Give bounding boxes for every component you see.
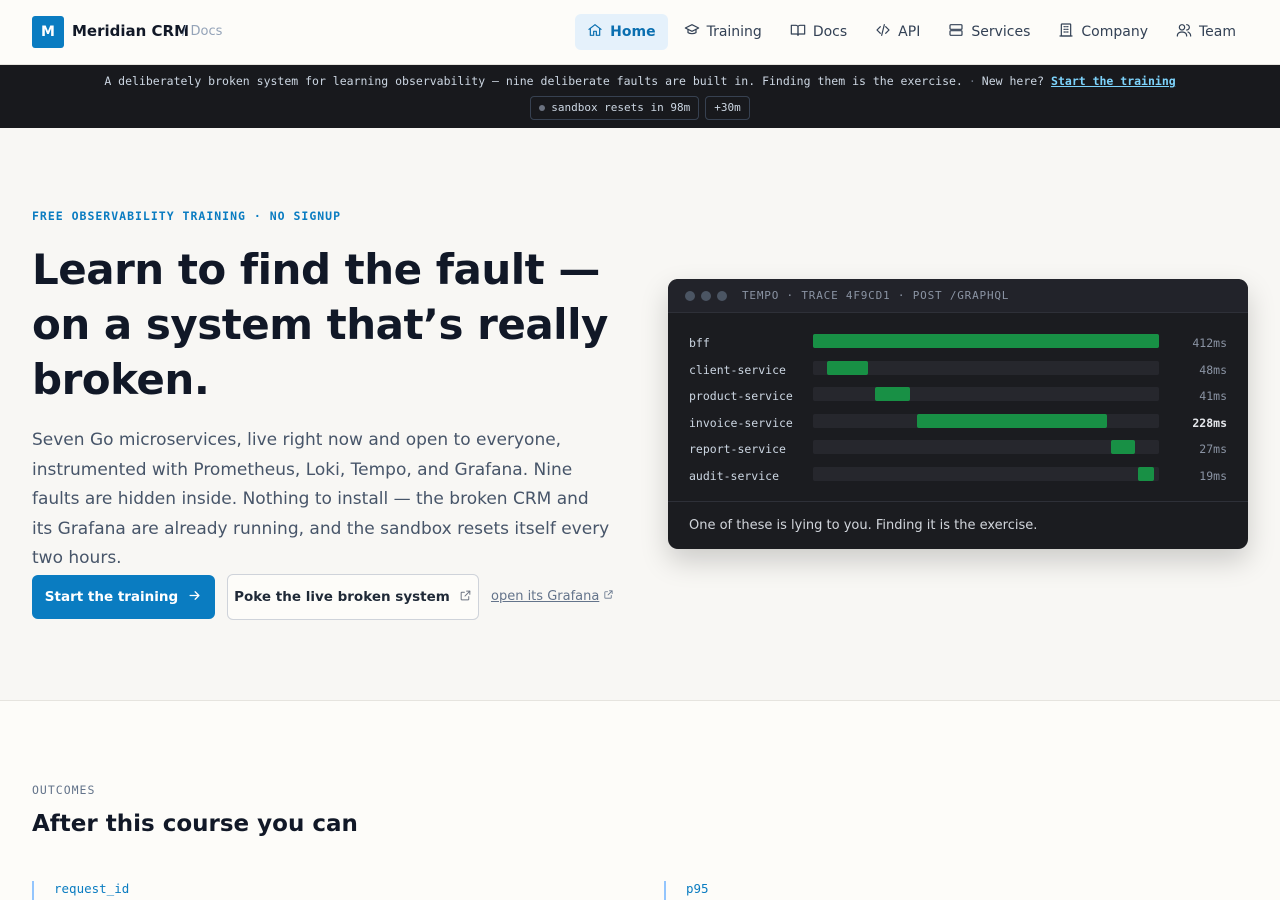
- nav-item-docs[interactable]: Docs: [778, 14, 859, 50]
- nav-item-label: Docs: [812, 24, 848, 40]
- server-icon: [948, 22, 964, 42]
- window-dot-icon: [685, 290, 695, 301]
- brand-logo[interactable]: M: [32, 16, 64, 48]
- nav-item-team[interactable]: Team: [1164, 14, 1248, 50]
- graduation-cap-icon: [684, 22, 700, 42]
- poke-live-system-label: Poke the live broken system: [234, 589, 450, 605]
- start-training-label: Start the training: [44, 589, 179, 605]
- banner-new-here: New here?: [981, 74, 1045, 88]
- brand-name[interactable]: Meridian CRM: [72, 22, 189, 40]
- trace-title: TEMPO · TRACE 4F9CD1 · POST /GRAPHQL: [742, 289, 1010, 302]
- trace-span-row[interactable]: bff 412ms: [689, 332, 1227, 359]
- span-duration-bar: [826, 360, 869, 375]
- outcome-term: p95: [664, 881, 709, 900]
- outcomes-title: After this course you can: [32, 811, 358, 837]
- banner-start-training-link[interactable]: Start the training: [1051, 74, 1176, 88]
- hero-eyebrow: FREE OBSERVABILITY TRAINING · NO SIGNUP: [32, 209, 342, 223]
- external-link-icon: [603, 589, 614, 604]
- nav-item-api[interactable]: API: [863, 14, 932, 50]
- span-track: [813, 334, 1159, 348]
- top-header: M Meridian CRM / Docs Home Training Docs…: [0, 0, 1280, 65]
- span-track: [813, 440, 1159, 455]
- span-track: [813, 413, 1159, 428]
- nav-item-label: Services: [971, 24, 1031, 40]
- window-dot-icon: [701, 290, 711, 301]
- banner-text: A deliberately broken system for learnin…: [104, 74, 963, 88]
- nav-item-training[interactable]: Training: [672, 14, 774, 50]
- span-duration-bar: [875, 387, 910, 402]
- nav-item-label: Team: [1198, 24, 1236, 40]
- book-icon: [790, 22, 806, 42]
- brand-section: / Docs: [182, 24, 223, 39]
- nav-item-home[interactable]: Home: [575, 14, 668, 50]
- status-dot-icon: [539, 105, 546, 111]
- sandbox-controls: sandbox resets in 98m +30m: [0, 96, 1280, 120]
- open-grafana-link[interactable]: open its Grafana: [491, 589, 614, 604]
- hero-headline: Learn to find the fault — on a system th…: [32, 245, 608, 404]
- sandbox-reset-badge: sandbox resets in 98m: [530, 96, 700, 120]
- span-service-name: product-service: [689, 389, 793, 404]
- span-duration-bar: [1138, 466, 1154, 481]
- nav-item-services[interactable]: Services: [936, 14, 1042, 50]
- trace-span-row[interactable]: audit-service 19ms: [689, 465, 1227, 492]
- span-track: [813, 387, 1159, 402]
- main-nav: Home Training Docs API Services Company …: [575, 14, 1248, 50]
- outcome-term: request_id: [32, 881, 129, 900]
- span-duration-bar: [1110, 440, 1135, 455]
- trace-span-row[interactable]: invoice-service 228ms: [689, 412, 1227, 439]
- span-duration: 19ms: [1199, 468, 1227, 483]
- trace-footer: One of these is lying to you. Finding it…: [668, 501, 1248, 549]
- hero-lead: Seven Go microservices, live right now a…: [32, 430, 610, 568]
- nav-item-label: Home: [610, 24, 656, 40]
- building-icon: [1058, 22, 1074, 42]
- nav-item-label: API: [898, 24, 921, 40]
- open-grafana-label: open its Grafana: [491, 589, 600, 604]
- trace-span-list: bff 412ms client-service 48ms product-servic…: [689, 332, 1227, 492]
- span-duration-bar: [916, 413, 1108, 428]
- outcomes-section: OUTCOMES After this course you can reque…: [0, 700, 1280, 900]
- span-service-name: client-service: [689, 362, 786, 377]
- span-service-name: invoice-service: [689, 415, 793, 430]
- nav-item-label: Company: [1081, 24, 1148, 40]
- span-track: [813, 466, 1159, 481]
- nav-item-label: Training: [706, 24, 762, 40]
- span-service-name: audit-service: [689, 468, 780, 483]
- span-service-name: bff: [689, 336, 710, 350]
- span-duration: 27ms: [1199, 442, 1227, 457]
- span-track: [813, 360, 1159, 375]
- trace-span-row[interactable]: report-service 27ms: [689, 438, 1227, 465]
- span-service-name: report-service: [689, 442, 786, 457]
- poke-live-system-button[interactable]: Poke the live broken system: [227, 574, 479, 620]
- window-dot-icon: [717, 290, 727, 301]
- banner-separator: ·: [968, 74, 976, 88]
- banner-message: A deliberately broken system for learnin…: [0, 74, 1280, 88]
- external-link-icon: [459, 589, 472, 606]
- span-duration: 228ms: [1192, 415, 1227, 430]
- span-duration: 412ms: [1192, 336, 1227, 350]
- start-training-button[interactable]: Start the training: [32, 575, 215, 619]
- trace-span-row[interactable]: client-service 48ms: [689, 359, 1227, 386]
- announcement-banner: A deliberately broken system for learnin…: [0, 65, 1280, 128]
- users-icon: [1176, 22, 1192, 42]
- span-duration: 48ms: [1199, 362, 1227, 377]
- arrow-right-icon: [187, 588, 202, 607]
- span-duration: 41ms: [1199, 389, 1227, 404]
- span-duration-bar: [813, 334, 1159, 348]
- outcomes-eyebrow: OUTCOMES: [32, 783, 96, 797]
- home-icon: [587, 22, 603, 42]
- sandbox-reset-text: sandbox resets in 98m: [551, 101, 691, 114]
- code-icon: [875, 22, 891, 42]
- trace-span-row[interactable]: product-service 41ms: [689, 385, 1227, 412]
- trace-card: TEMPO · TRACE 4F9CD1 · POST /GRAPHQL bff…: [668, 279, 1248, 549]
- extend-sandbox-button[interactable]: +30m: [705, 96, 750, 120]
- trace-card-header: TEMPO · TRACE 4F9CD1 · POST /GRAPHQL: [668, 279, 1248, 313]
- nav-item-company[interactable]: Company: [1046, 14, 1160, 50]
